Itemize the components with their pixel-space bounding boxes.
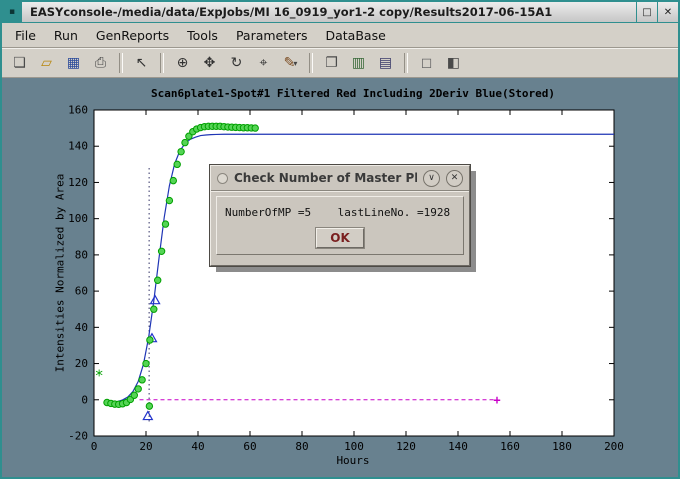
window-title: EASYconsole-/media/data/ExpJobs/MI 16_09… (22, 2, 636, 22)
data-point-marker (178, 148, 184, 154)
y-tick-label: 20 (75, 357, 88, 370)
y-tick-label: 100 (68, 212, 88, 225)
y-tick-label: 60 (75, 285, 88, 298)
data-cursor-icon[interactable]: ⌖ (250, 51, 277, 76)
y-tick-label: 140 (68, 140, 88, 153)
app-window: ▪ EASYconsole-/media/data/ExpJobs/MI 16_… (0, 0, 680, 479)
open-folder-icon[interactable]: ▱ (33, 51, 60, 76)
toolbar-separator (309, 53, 313, 73)
axes-box (94, 110, 614, 436)
y-tick-label: 120 (68, 176, 88, 189)
select-arrow-icon[interactable]: ↖ (128, 51, 155, 76)
data-point-marker (162, 221, 168, 227)
plot-canvas[interactable]: 020406080100120140160180200-200204060801… (2, 78, 678, 479)
window-titlebar[interactable]: ▪ EASYconsole-/media/data/ExpJobs/MI 16_… (2, 2, 678, 23)
x-tick-label: 200 (604, 440, 624, 453)
dialog-icon (217, 173, 228, 184)
save-icon[interactable]: ▦ (60, 51, 87, 76)
colorbar-icon[interactable]: ▥ (345, 51, 372, 76)
x-tick-label: 120 (396, 440, 416, 453)
x-tick-label: 160 (500, 440, 520, 453)
baseline-plus-marker: + (493, 393, 500, 407)
menu-parameters[interactable]: Parameters (227, 25, 317, 46)
hide-plot-tools-icon[interactable]: ◻ (413, 51, 440, 76)
data-point-marker (155, 277, 161, 283)
zoom-in-icon[interactable]: ⊕ (169, 51, 196, 76)
outlier-marker (146, 403, 152, 409)
rotate-icon[interactable]: ↻ (223, 51, 250, 76)
data-point-marker (131, 392, 137, 398)
figure-area: 020406080100120140160180200-200204060801… (2, 78, 678, 479)
x-tick-label: 140 (448, 440, 468, 453)
close-icon[interactable]: ✕ (657, 2, 678, 22)
print-icon[interactable]: ⎙ (87, 51, 114, 76)
data-point-marker (147, 337, 153, 343)
data-point-marker (166, 197, 172, 203)
menu-genreports[interactable]: GenReports (87, 25, 178, 46)
x-tick-label: 60 (243, 440, 256, 453)
toolbar-separator (119, 53, 123, 73)
x-tick-label: 80 (295, 440, 308, 453)
y-tick-label: -20 (68, 430, 88, 443)
new-file-icon[interactable]: ❏ (6, 51, 33, 76)
dialog-titlebar[interactable]: Check Number of Master Pla ∨ ✕ (211, 166, 469, 191)
menu-file[interactable]: File (6, 25, 45, 46)
chevron-down-icon[interactable]: ▾ (293, 59, 297, 68)
y-axis-label: Intensities Normalized by Area (54, 174, 67, 373)
dialog-collapse-icon[interactable]: ∨ (423, 170, 440, 187)
data-point-marker (151, 306, 157, 312)
window-menu-icon[interactable]: ▪ (2, 2, 22, 22)
x-tick-label: 100 (344, 440, 364, 453)
legend-icon[interactable]: ▤ (372, 51, 399, 76)
toolbar-separator (404, 53, 408, 73)
data-point-marker (139, 377, 145, 383)
data-point-marker (143, 360, 149, 366)
dialog-title: Check Number of Master Pla (234, 171, 417, 185)
menu-bar: FileRunGenReportsToolsParametersDataBase (2, 23, 678, 48)
data-point-marker (174, 161, 180, 167)
star-marker: * (95, 367, 104, 385)
y-tick-label: 160 (68, 104, 88, 117)
x-tick-label: 40 (191, 440, 204, 453)
data-point-marker (135, 386, 141, 392)
plot-title: Scan6plate1-Spot#1 Filtered Red Includin… (92, 87, 614, 100)
y-tick-label: 0 (81, 393, 88, 406)
ok-button[interactable]: OK (316, 228, 364, 248)
dock-figure-icon[interactable]: ◧ (440, 51, 467, 76)
brush-icon[interactable]: ✎▾ (277, 51, 304, 76)
data-point-marker (252, 125, 258, 131)
minimize-icon[interactable]: □ (636, 2, 657, 22)
menu-database[interactable]: DataBase (316, 25, 394, 46)
y-tick-label: 80 (75, 248, 88, 261)
dialog: Check Number of Master Pla ∨ ✕ NumberOfM… (210, 165, 470, 266)
x-tick-label: 20 (139, 440, 152, 453)
x-axis-label: Hours (92, 454, 614, 467)
dialog-body: NumberOfMP =5 lastLineNo. =1928 OK (216, 196, 464, 255)
data-point-marker (182, 139, 188, 145)
toolbar: ❏▱▦⎙ ↖ ⊕✥↻⌖✎▾ ❐▥▤ ◻◧ (2, 48, 678, 78)
toolbar-separator (160, 53, 164, 73)
menu-tools[interactable]: Tools (178, 25, 227, 46)
dialog-message: NumberOfMP =5 lastLineNo. =1928 (225, 206, 455, 219)
data-point-marker (158, 248, 164, 254)
pan-hand-icon[interactable]: ✥ (196, 51, 223, 76)
dialog-close-icon[interactable]: ✕ (446, 170, 463, 187)
link-plots-icon[interactable]: ❐ (318, 51, 345, 76)
x-tick-label: 0 (91, 440, 98, 453)
menu-run[interactable]: Run (45, 25, 87, 46)
y-tick-label: 40 (75, 321, 88, 334)
x-tick-label: 180 (552, 440, 572, 453)
data-point-marker (170, 177, 176, 183)
